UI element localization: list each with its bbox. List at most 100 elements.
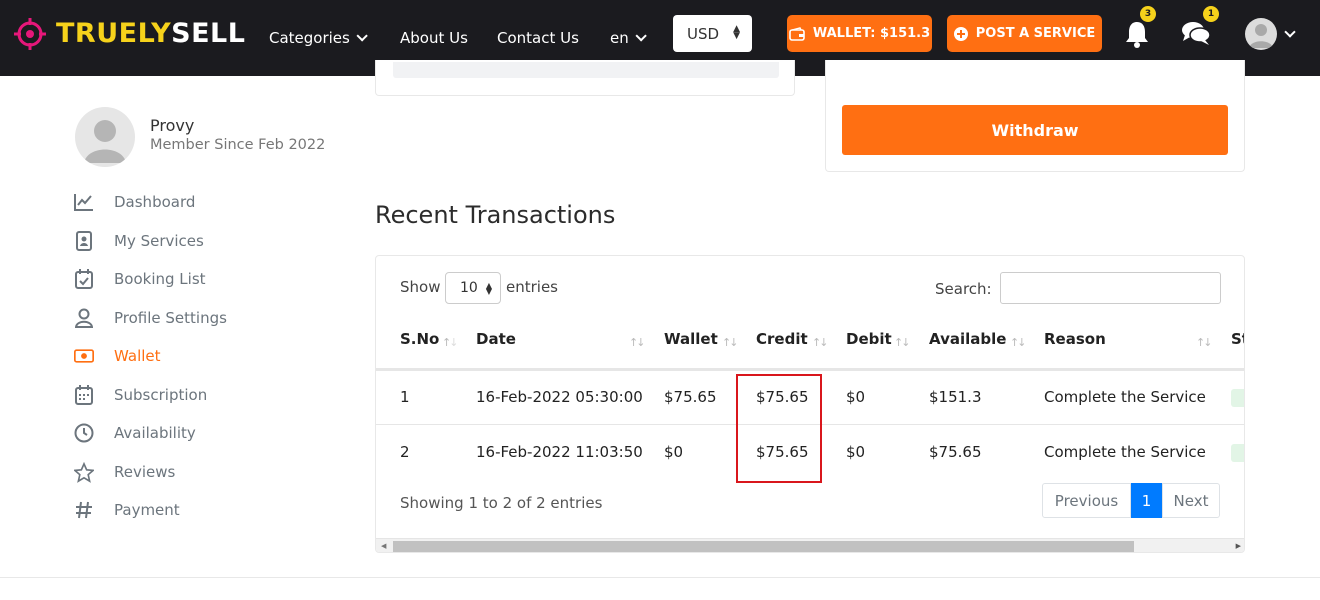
hashtag-icon <box>74 500 94 520</box>
next-label: Next <box>1173 491 1209 510</box>
user-avatar-button[interactable] <box>1245 18 1277 50</box>
scroll-left-arrow-icon[interactable]: ◀ <box>381 542 386 550</box>
notifications-button[interactable]: 3 <box>1124 6 1156 48</box>
column-header-available[interactable]: Available <box>929 330 1006 348</box>
comments-icon <box>1182 22 1211 45</box>
cell-wallet: $0 <box>664 443 684 461</box>
page-length-value: 10 <box>460 280 478 296</box>
sidebar-item-label: Booking List <box>114 270 206 288</box>
sidebar-item-label: Wallet <box>114 347 161 365</box>
wallet-button-label: WALLET: $151.3 <box>812 26 931 41</box>
wallet-icon <box>789 26 805 41</box>
column-header-status[interactable]: St <box>1231 330 1244 348</box>
cell-date: 16-Feb-2022 11:03:50 <box>476 443 643 461</box>
user-menu-chevron-icon[interactable] <box>1284 26 1296 38</box>
search-label: Search: <box>935 280 992 298</box>
sidebar-item-availability[interactable]: Availability <box>74 421 196 445</box>
cell-reason: Complete the Service <box>1044 388 1206 406</box>
logo-text: TRUELYSELL <box>56 18 246 49</box>
cell-sno: 1 <box>400 388 410 406</box>
status-badge <box>1231 444 1244 462</box>
post-service-label: POST A SERVICE <box>975 26 1096 41</box>
cell-wallet: $75.65 <box>664 388 717 406</box>
sort-icon[interactable]: ↑↓ <box>442 336 459 349</box>
column-header-wallet[interactable]: Wallet <box>664 330 718 348</box>
scroll-right-arrow-icon[interactable]: ▶ <box>1236 542 1241 550</box>
nav-categories[interactable]: Categories <box>269 0 368 76</box>
cell-date: 16-Feb-2022 05:30:00 <box>476 388 643 406</box>
table-info: Showing 1 to 2 of 2 entries <box>400 494 603 512</box>
withdraw-label: Withdraw <box>991 120 1079 140</box>
footer-divider <box>0 577 1320 578</box>
site-logo[interactable]: TRUELYSELL <box>14 17 245 51</box>
pagination-page-1[interactable]: 1 <box>1131 483 1162 518</box>
horizontal-scrollbar[interactable]: ◀ ▶ <box>376 538 1244 552</box>
show-label: Show <box>400 278 441 296</box>
sidebar-item-label: Dashboard <box>114 193 196 211</box>
sidebar-item-payment[interactable]: Payment <box>74 498 180 522</box>
calendar-check-icon <box>74 269 94 289</box>
sidebar-item-label: Availability <box>114 424 196 442</box>
column-header-date[interactable]: Date <box>476 330 516 348</box>
withdraw-button[interactable]: Withdraw <box>842 105 1228 155</box>
crosshair-logo-icon <box>14 18 46 50</box>
cell-debit: $0 <box>846 388 866 406</box>
sidebar-item-profile-settings[interactable]: Profile Settings <box>74 306 227 330</box>
sidebar-item-reviews[interactable]: Reviews <box>74 460 175 484</box>
nav-categories-label: Categories <box>269 29 350 47</box>
cell-available: $151.3 <box>929 388 982 406</box>
sort-icon[interactable]: ↑↓ <box>722 336 739 349</box>
sidebar-item-label: Payment <box>114 501 180 519</box>
bell-icon <box>1126 22 1148 48</box>
clock-icon <box>74 423 94 443</box>
star-icon <box>74 461 94 483</box>
user-avatar-icon <box>1249 24 1273 48</box>
sort-icon[interactable]: ↑↓ <box>812 336 829 349</box>
select-arrows-icon: ▲ ▼ <box>733 24 740 41</box>
sidebar-item-subscription[interactable]: Subscription <box>74 383 207 407</box>
sidebar-item-label: My Services <box>114 232 204 250</box>
user-avatar-icon <box>84 120 126 163</box>
wallet-input-field[interactable] <box>393 62 779 78</box>
sort-icon[interactable]: ↑↓ <box>1010 336 1027 349</box>
currency-select[interactable]: USD ▲ ▼ <box>673 15 752 52</box>
sort-icon[interactable]: ↑↓ <box>894 336 911 349</box>
column-header-credit[interactable]: Credit <box>756 330 808 348</box>
wallet-button[interactable]: WALLET: $151.3 <box>787 15 932 52</box>
calendar-icon <box>74 385 94 405</box>
currency-value: USD <box>687 24 720 43</box>
messages-button[interactable]: 1 <box>1181 6 1219 48</box>
member-since: Member Since Feb 2022 <box>150 137 326 153</box>
header-divider <box>376 368 1244 371</box>
column-header-reason[interactable]: Reason <box>1044 330 1106 348</box>
money-bill-icon <box>74 346 94 366</box>
cell-available: $75.65 <box>929 443 982 461</box>
sort-icon[interactable]: ↑↓ <box>1196 336 1213 349</box>
chevron-down-icon <box>356 30 368 42</box>
column-header-sno[interactable]: S.No <box>400 330 439 348</box>
sidebar-item-booking-list[interactable]: Booking List <box>74 267 206 291</box>
status-badge <box>1231 389 1244 407</box>
chart-line-icon <box>74 192 94 212</box>
sidebar-item-dashboard[interactable]: Dashboard <box>74 190 195 214</box>
sort-icon[interactable]: ↑↓ <box>629 336 646 349</box>
post-service-button[interactable]: POST A SERVICE <box>947 15 1102 52</box>
pagination-next[interactable]: Next <box>1162 483 1220 518</box>
section-title: Recent Transactions <box>375 201 616 229</box>
page-length-select[interactable]: 10 ▲ ▼ <box>445 272 501 304</box>
nav-about-label: About Us <box>400 29 468 47</box>
sidebar-item-label: Profile Settings <box>114 309 227 327</box>
profile-avatar <box>75 107 135 167</box>
sidebar-item-label: Subscription <box>114 386 208 404</box>
sidebar-item-wallet[interactable]: Wallet <box>74 344 161 368</box>
pagination-previous[interactable]: Previous <box>1042 483 1131 518</box>
credit-column-highlight <box>736 374 822 483</box>
sidebar-item-my-services[interactable]: My Services <box>74 229 204 253</box>
wallet-input-card <box>375 60 795 96</box>
plus-circle-icon <box>953 26 968 41</box>
search-input[interactable] <box>1000 272 1221 304</box>
column-header-debit[interactable]: Debit <box>846 330 892 348</box>
user-icon <box>74 308 94 328</box>
sidebar-item-label: Reviews <box>114 463 176 481</box>
scrollbar-thumb[interactable] <box>393 541 1134 552</box>
